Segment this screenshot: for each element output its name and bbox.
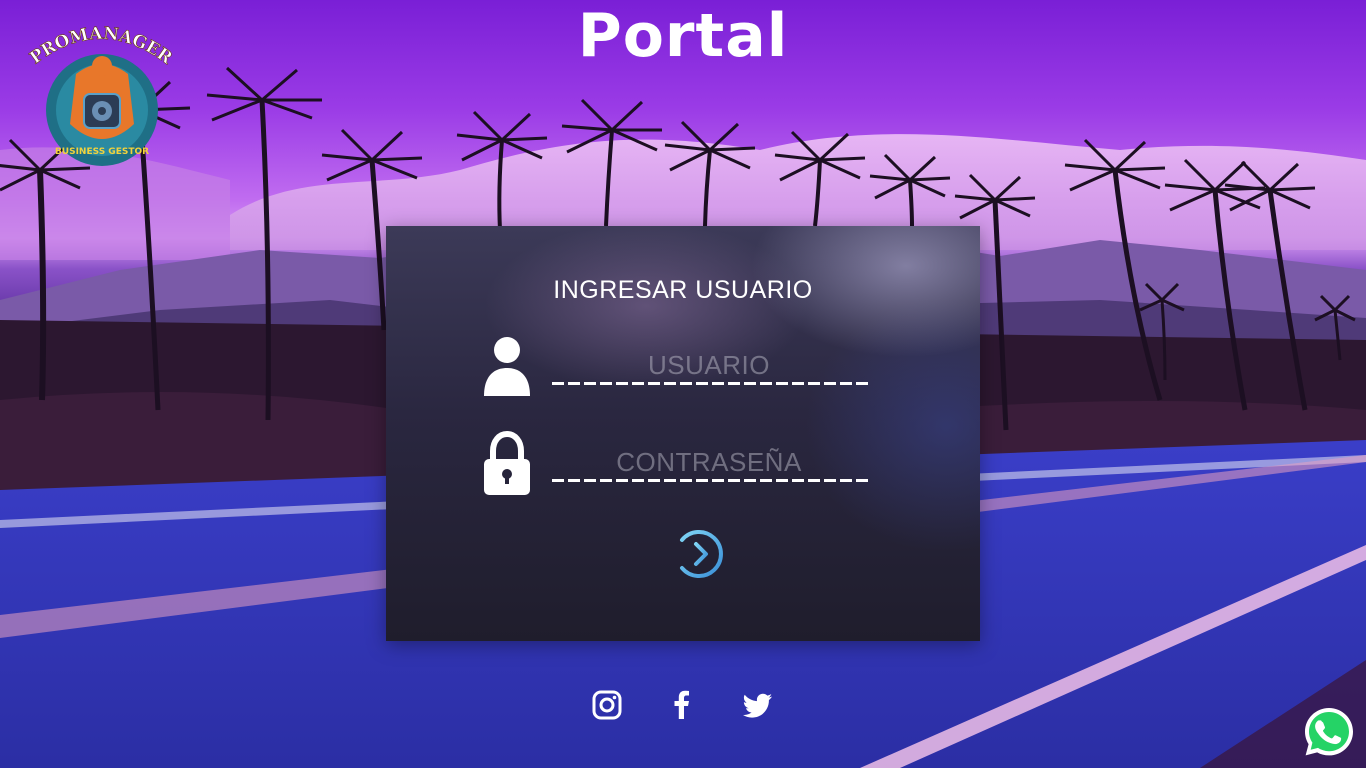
lock-icon xyxy=(484,431,530,495)
twitter-icon xyxy=(742,693,772,718)
login-arrow-icon xyxy=(670,530,723,578)
instagram-icon xyxy=(592,690,622,720)
username-field xyxy=(482,334,882,404)
user-icon xyxy=(484,337,530,396)
login-card: INGRESAR USUARIO xyxy=(386,226,980,641)
login-button[interactable] xyxy=(668,528,726,580)
promanager-logo[interactable]: PROMANAGER BUSINESS GESTOR xyxy=(16,14,186,174)
page-title: Portal xyxy=(577,1,789,71)
login-title: INGRESAR USUARIO xyxy=(553,276,813,304)
password-input[interactable] xyxy=(552,445,866,479)
twitter-link[interactable] xyxy=(741,688,775,722)
whatsapp-icon xyxy=(1305,708,1353,756)
instagram-link[interactable] xyxy=(590,688,624,722)
username-input[interactable] xyxy=(552,348,866,382)
password-field xyxy=(482,431,882,501)
facebook-link[interactable] xyxy=(665,688,699,722)
logo-tagline: BUSINESS GESTOR xyxy=(55,147,149,157)
username-underline xyxy=(552,382,868,385)
facebook-icon xyxy=(674,690,689,719)
whatsapp-button[interactable] xyxy=(1301,704,1357,760)
password-underline xyxy=(552,479,868,482)
